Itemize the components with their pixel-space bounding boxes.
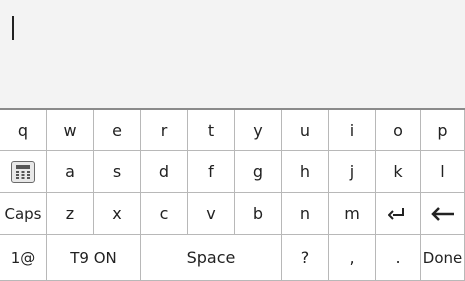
key-m[interactable]: m — [329, 193, 376, 235]
key-z[interactable]: z — [47, 193, 94, 235]
caps-key[interactable]: Caps — [0, 193, 47, 235]
key-l[interactable]: l — [421, 151, 465, 193]
done-button[interactable]: Done — [421, 235, 465, 281]
enter-icon — [388, 207, 404, 220]
text-cursor — [12, 16, 14, 40]
key-a[interactable]: a — [47, 151, 94, 193]
calculator-key[interactable] — [0, 151, 47, 193]
question-key[interactable]: ? — [282, 235, 329, 281]
key-r[interactable]: r — [141, 110, 188, 151]
enter-key[interactable] — [376, 193, 421, 235]
t9-toggle-key[interactable]: T9 ON — [47, 235, 141, 281]
on-screen-keyboard: q w e r t y u i o p a s d f g h j k l Ca… — [0, 108, 465, 281]
key-b[interactable]: b — [235, 193, 282, 235]
key-n[interactable]: n — [282, 193, 329, 235]
key-p[interactable]: p — [421, 110, 465, 151]
key-e[interactable]: e — [94, 110, 141, 151]
comma-key[interactable]: , — [329, 235, 376, 281]
key-u[interactable]: u — [282, 110, 329, 151]
key-q[interactable]: q — [0, 110, 47, 151]
key-s[interactable]: s — [94, 151, 141, 193]
space-key[interactable]: Space — [141, 235, 282, 281]
backspace-key[interactable] — [421, 193, 465, 235]
key-o[interactable]: o — [376, 110, 421, 151]
key-y[interactable]: y — [235, 110, 282, 151]
key-t[interactable]: t — [188, 110, 235, 151]
backspace-icon — [430, 206, 454, 221]
key-k[interactable]: k — [376, 151, 421, 193]
key-j[interactable]: j — [329, 151, 376, 193]
key-g[interactable]: g — [235, 151, 282, 193]
symbols-key[interactable]: 1@ — [0, 235, 47, 281]
key-d[interactable]: d — [141, 151, 188, 193]
period-key[interactable]: . — [376, 235, 421, 281]
text-input-area[interactable] — [0, 0, 465, 108]
key-i[interactable]: i — [329, 110, 376, 151]
key-f[interactable]: f — [188, 151, 235, 193]
key-c[interactable]: c — [141, 193, 188, 235]
key-x[interactable]: x — [94, 193, 141, 235]
key-w[interactable]: w — [47, 110, 94, 151]
key-h[interactable]: h — [282, 151, 329, 193]
key-v[interactable]: v — [188, 193, 235, 235]
calculator-icon — [11, 160, 35, 183]
